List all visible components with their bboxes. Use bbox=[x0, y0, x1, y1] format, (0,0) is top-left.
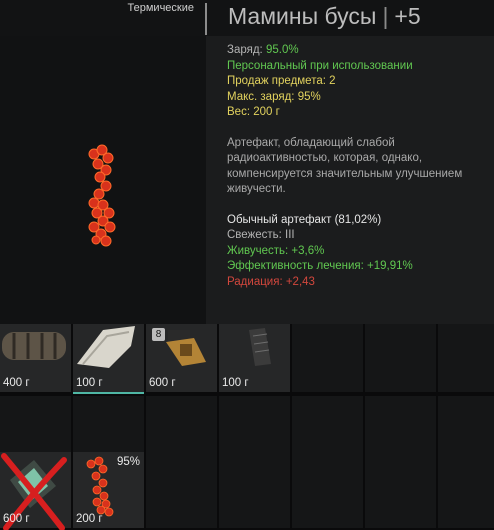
inventory-slot-empty[interactable] bbox=[365, 452, 436, 530]
sell-count-row: Продаж предмета: 2 bbox=[227, 75, 336, 87]
slot-weight: 100 г bbox=[76, 377, 103, 389]
vitality-line: Живучесть: +3,6% bbox=[227, 244, 325, 257]
item-title: Мамины бусы | +5 bbox=[228, 3, 421, 30]
inventory-slot-4[interactable]: 100 г bbox=[219, 324, 290, 394]
upgrade-level: +5 bbox=[394, 3, 421, 29]
inventory-slot-5[interactable]: 600 г bbox=[0, 452, 71, 530]
slot-charge: 95% bbox=[116, 456, 140, 468]
charge-value: 95.0% bbox=[265, 44, 299, 56]
slot-weight: 600 г bbox=[3, 513, 30, 525]
inventory-slot-6[interactable]: 95% 200 г bbox=[73, 452, 144, 530]
inventory-slot-empty[interactable] bbox=[146, 452, 217, 530]
category-label: Термические bbox=[127, 2, 194, 14]
radiation-line: Радиация: +2,43 bbox=[227, 275, 315, 288]
item-preview bbox=[0, 36, 206, 324]
slot-weight: 100 г bbox=[222, 377, 249, 389]
max-charge-row: Макс. заряд: 95% bbox=[227, 90, 321, 103]
stack-count-badge: 8 bbox=[152, 328, 165, 341]
inventory-slot-empty[interactable] bbox=[438, 452, 494, 530]
healing-line: Эффективность лечения: +19,91% bbox=[227, 260, 413, 272]
item-details: Заряд: 95.0% Персональный при использова… bbox=[227, 43, 486, 290]
inventory-slot-empty[interactable] bbox=[292, 324, 363, 394]
item-name: Мамины бусы bbox=[228, 3, 377, 29]
inventory-slot-3[interactable]: 8 600 г bbox=[146, 324, 217, 394]
slot-weight: 400 г bbox=[3, 377, 30, 389]
weight-row: Вес: 200 г bbox=[227, 106, 280, 118]
personal-use-line: Персональный при использовании bbox=[227, 59, 413, 72]
artifact-beads-icon bbox=[88, 144, 116, 247]
rarity-line: Обычный артефакт (81,02%) bbox=[227, 213, 382, 226]
item-description: Артефакт, обладающий слабой радиоактивно… bbox=[227, 136, 463, 196]
slot-weight: 200 г bbox=[76, 513, 103, 525]
inventory-slot-1[interactable]: 400 г bbox=[0, 324, 71, 394]
slot-weight: 600 г bbox=[149, 377, 176, 389]
title-divider bbox=[205, 3, 207, 35]
charge-row: Заряд: 95.0% bbox=[227, 44, 299, 56]
title-separator: | bbox=[382, 3, 389, 29]
inventory-slot-empty[interactable] bbox=[438, 324, 494, 394]
freshness-line: Свежесть: III bbox=[227, 229, 295, 241]
inventory-slot-empty[interactable] bbox=[365, 324, 436, 394]
inventory-slot-empty[interactable] bbox=[219, 452, 290, 530]
inventory-slot-empty[interactable] bbox=[292, 452, 363, 530]
inventory-grid: 400 г 100 г 8 600 г 100 г 600 г 95% 200 … bbox=[0, 324, 494, 530]
inventory-slot-2[interactable]: 100 г bbox=[73, 324, 144, 394]
item-details-panel: Заряд: 95.0% Персональный при использова… bbox=[206, 36, 494, 324]
